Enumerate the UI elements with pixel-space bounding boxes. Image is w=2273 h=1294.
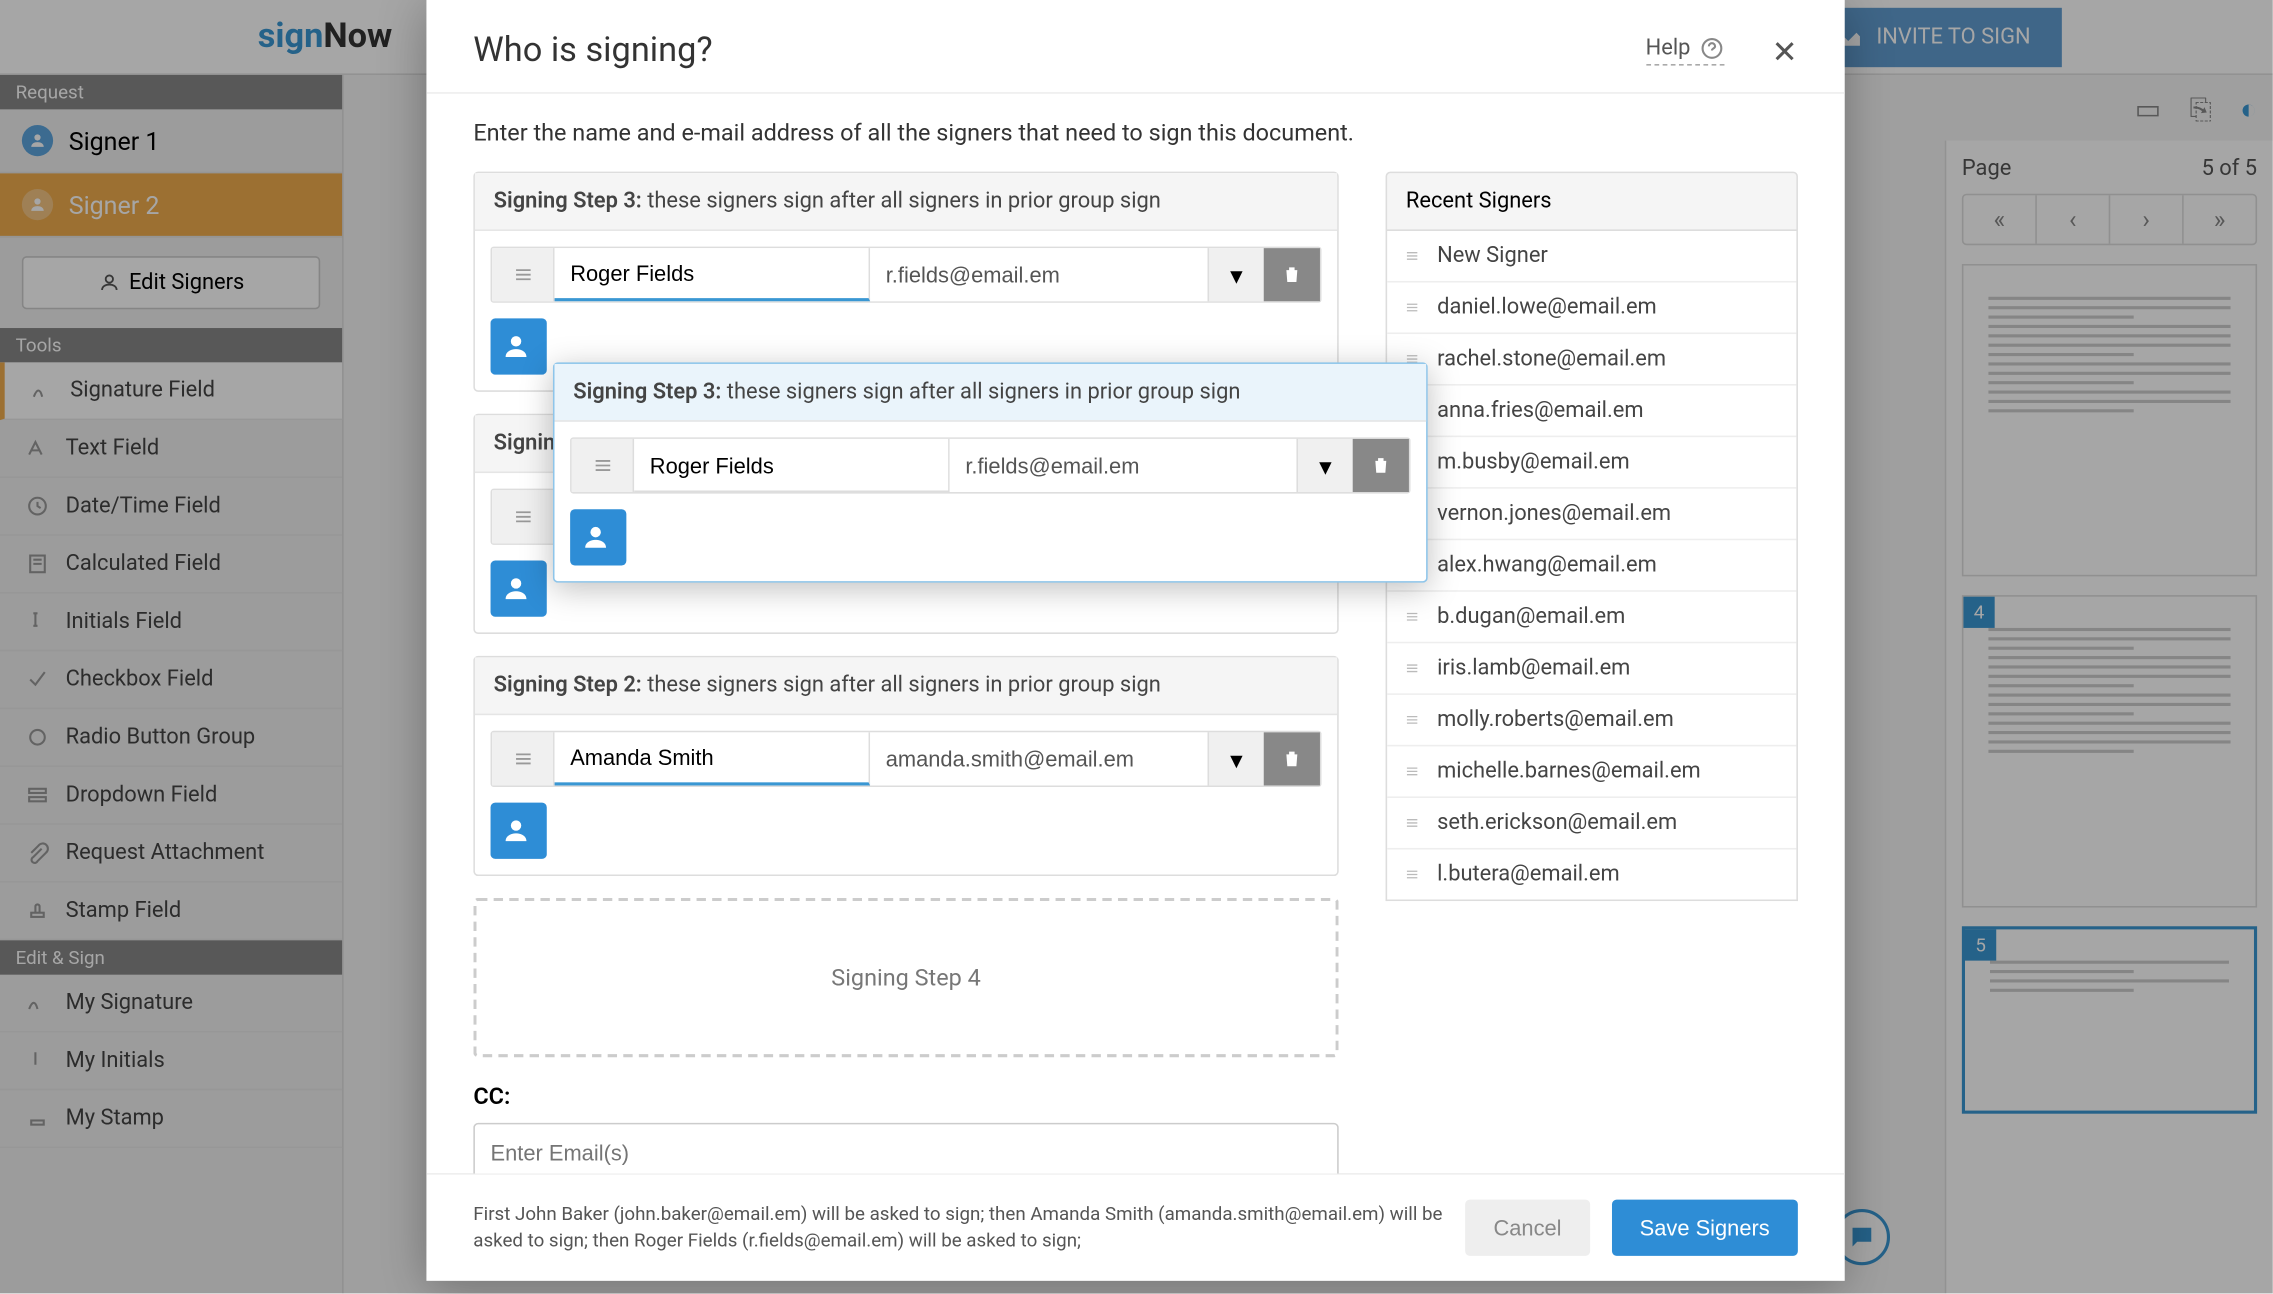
drag-handle-icon[interactable] xyxy=(492,248,554,301)
modal-footer: First John Baker (john.baker@email.em) w… xyxy=(426,1173,1844,1281)
step-header: Signing Step 2: these signers sign after… xyxy=(475,658,1337,716)
recent-signer-item[interactable]: b.dugan@email.em xyxy=(1387,592,1796,644)
signer-email-input[interactable] xyxy=(870,733,1207,786)
delete-icon[interactable] xyxy=(1353,439,1409,492)
signing-steps-column: Signing Step 3: these signers sign after… xyxy=(473,172,1338,1173)
signer-entry: ▾ xyxy=(570,437,1410,493)
drag-handle-icon[interactable] xyxy=(572,439,634,492)
add-signer-button[interactable] xyxy=(490,319,546,375)
save-signers-button[interactable]: Save Signers xyxy=(1612,1200,1798,1256)
recent-signer-item[interactable]: vernon.jones@email.em xyxy=(1387,489,1796,541)
signing-order-summary: First John Baker (john.baker@email.em) w… xyxy=(473,1201,1443,1253)
recent-signer-item[interactable]: seth.erickson@email.em xyxy=(1387,798,1796,850)
recent-signer-item[interactable]: molly.roberts@email.em xyxy=(1387,695,1796,747)
signing-step-2: Signing Step 2: these signers sign after… xyxy=(473,656,1338,876)
recent-signer-item[interactable]: rachel.stone@email.em xyxy=(1387,334,1796,386)
who-is-signing-modal: Who is signing? Help ✕ Enter the name an… xyxy=(426,0,1844,1281)
recent-signer-item[interactable]: iris.lamb@email.em xyxy=(1387,644,1796,696)
signing-step-4-dropzone[interactable]: Signing Step 4 xyxy=(473,898,1338,1057)
drag-handle-icon[interactable] xyxy=(492,490,554,543)
recent-signer-item[interactable]: alex.hwang@email.em xyxy=(1387,540,1796,592)
step-header: Signing Step 3: these signers sign after… xyxy=(555,364,1427,422)
modal-body: Enter the name and e-mail address of all… xyxy=(426,94,1844,1173)
modal-title: Who is signing? xyxy=(473,31,712,70)
dropdown-icon[interactable]: ▾ xyxy=(1207,248,1263,301)
cancel-button[interactable]: Cancel xyxy=(1465,1200,1589,1256)
modal-header: Who is signing? Help ✕ xyxy=(426,0,1844,92)
add-signer-button[interactable] xyxy=(570,509,626,565)
recent-signers-header: Recent Signers xyxy=(1385,172,1797,231)
dragged-step-card[interactable]: Signing Step 3: these signers sign after… xyxy=(553,362,1428,582)
recent-signer-item[interactable]: michelle.barnes@email.em xyxy=(1387,747,1796,799)
drag-handle-icon[interactable] xyxy=(492,733,554,786)
recent-signer-item[interactable]: daniel.lowe@email.em xyxy=(1387,283,1796,335)
signer-name-input[interactable] xyxy=(555,248,871,301)
signer-email-input[interactable] xyxy=(870,248,1207,301)
recent-signer-item[interactable]: m.busby@email.em xyxy=(1387,437,1796,489)
delete-icon[interactable] xyxy=(1264,733,1320,786)
signer-entry: ▾ xyxy=(490,247,1321,303)
cc-email-input[interactable] xyxy=(473,1123,1338,1173)
signer-email-input[interactable] xyxy=(950,439,1297,492)
step-header: Signing Step 3: these signers sign after… xyxy=(475,173,1337,231)
recent-signer-item[interactable]: New Signer xyxy=(1387,231,1796,283)
recent-signer-item[interactable]: l.butera@email.em xyxy=(1387,850,1796,900)
recent-signer-item[interactable]: anna.fries@email.em xyxy=(1387,386,1796,438)
add-signer-button[interactable] xyxy=(490,803,546,859)
recent-signers-column: Recent Signers New Signerdaniel.lowe@ema… xyxy=(1385,172,1797,1173)
help-link[interactable]: Help xyxy=(1646,36,1725,66)
cc-label: CC: xyxy=(473,1082,1338,1110)
add-signer-button[interactable] xyxy=(490,561,546,617)
signer-entry: ▾ xyxy=(490,731,1321,787)
dropdown-icon[interactable]: ▾ xyxy=(1207,733,1263,786)
delete-icon[interactable] xyxy=(1264,248,1320,301)
signer-name-input[interactable] xyxy=(555,733,871,786)
modal-instruction: Enter the name and e-mail address of all… xyxy=(473,119,1798,147)
close-icon[interactable]: ✕ xyxy=(1772,32,1798,69)
signer-name-input[interactable] xyxy=(634,439,950,492)
signing-step-3: Signing Step 3: these signers sign after… xyxy=(473,172,1338,392)
recent-signers-list: New Signerdaniel.lowe@email.emrachel.sto… xyxy=(1385,231,1797,901)
dropdown-icon[interactable]: ▾ xyxy=(1296,439,1352,492)
